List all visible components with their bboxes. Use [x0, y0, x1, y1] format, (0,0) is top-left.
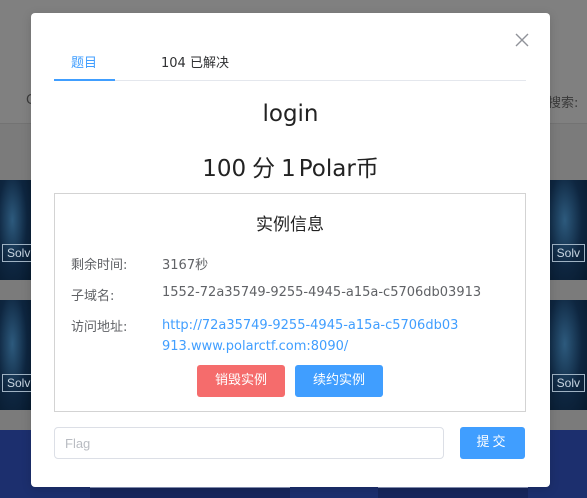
- submit-button[interactable]: 提交: [460, 427, 525, 459]
- renew-instance-button[interactable]: 续约实例: [295, 365, 383, 397]
- subdomain-value: 1552-72a35749-9255-4945-a15a-c5706db0391…: [162, 285, 482, 300]
- background-tile: [378, 486, 528, 498]
- remaining-time-label: 剩余时间:: [71, 258, 128, 273]
- close-icon: [515, 33, 529, 47]
- active-tab-indicator: [54, 79, 115, 81]
- background-card: Solv: [550, 180, 587, 280]
- background-tile: [90, 486, 290, 498]
- background-card: Solv: [0, 180, 31, 280]
- background-card: Solv: [550, 300, 587, 410]
- score-coins-unit: Polar币: [298, 156, 379, 182]
- score-coins: 1: [281, 156, 296, 182]
- access-url-label: 访问地址:: [71, 320, 128, 335]
- score-points: 100: [202, 156, 247, 182]
- background-card: Solv: [0, 300, 31, 410]
- remaining-time-value: 3167秒: [162, 258, 209, 273]
- score-points-unit: 分: [252, 156, 276, 182]
- dialog-tabs: 题目 104 已解决: [54, 49, 526, 81]
- challenge-dialog: 题目 104 已解决 login 100 分 1 Polar币 实例信息 剩余时间: …: [31, 13, 550, 487]
- flag-input[interactable]: [54, 427, 444, 459]
- challenge-title: login: [262, 101, 319, 127]
- background-snippet-search: 搜索:: [548, 96, 579, 111]
- tab-solved[interactable]: 104 已解决: [161, 52, 229, 84]
- destroy-instance-button[interactable]: 销毁实例: [197, 365, 285, 397]
- instance-info-heading: 实例信息: [256, 215, 324, 235]
- challenge-score: 100 分 1 Polar币: [31, 149, 550, 183]
- instance-info-panel: 实例信息 剩余时间: 3167秒 子域名: 1552-72a35749-9255…: [54, 193, 526, 412]
- close-button[interactable]: [514, 32, 530, 48]
- subdomain-label: 子域名:: [71, 289, 115, 304]
- access-url-link[interactable]: http://72a35749-9255-4945-a15a-c5706db03…: [162, 315, 462, 357]
